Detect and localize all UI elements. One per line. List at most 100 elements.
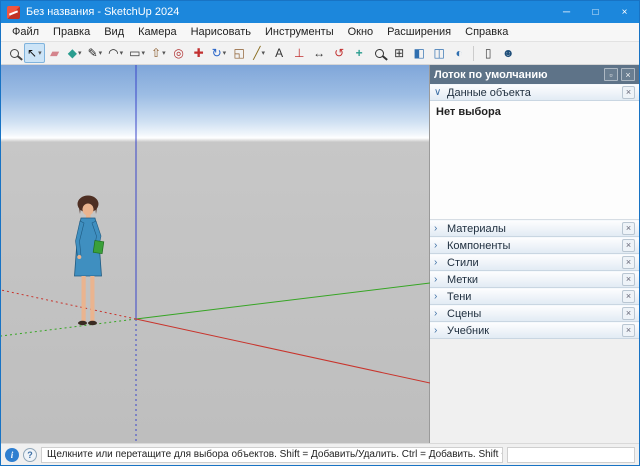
menu-draw[interactable]: Нарисовать	[184, 24, 258, 40]
scale-tool[interactable]: ◱	[229, 43, 249, 63]
info-icon[interactable]: i	[5, 448, 19, 462]
shadows-icon: ◐	[456, 47, 463, 59]
sketchup-window: Без названия - SketchUp 2024 ─ □ × ФайлП…	[0, 0, 640, 466]
push-pull-icon: ⇧	[151, 47, 161, 59]
arc-icon: ◠	[108, 47, 118, 59]
maximize-button[interactable]: □	[581, 1, 610, 23]
move-tool[interactable]: ✚	[189, 43, 209, 63]
dropdown-caret-icon[interactable]: ▾	[262, 49, 266, 57]
text-icon: A	[275, 47, 283, 59]
tray-section-label: Материалы	[447, 223, 622, 235]
tray-title: Лоток по умолчанию	[434, 69, 601, 81]
sign-in-tool[interactable]: ☻	[498, 43, 518, 63]
window-controls: ─ □ ×	[552, 1, 639, 23]
pan-icon: +	[356, 47, 363, 59]
no-selection-text: Нет выбора	[436, 106, 633, 118]
tray-close-icon[interactable]: ×	[621, 68, 635, 81]
tray-section-label: Сцены	[447, 308, 622, 320]
zoom-extents-tool[interactable]: ⊞	[389, 43, 409, 63]
eraser-tool[interactable]: ▰	[45, 43, 65, 63]
menu-tools[interactable]: Инструменты	[258, 24, 341, 40]
tape-measure-tool[interactable]: ╱▾	[249, 43, 269, 63]
search-tool[interactable]	[4, 43, 24, 63]
paint-bucket-tool[interactable]: ◆▾	[65, 43, 85, 63]
tray-section-entity-info[interactable]: ∨Данные объекта×	[430, 84, 639, 101]
tray-section-shadows[interactable]: ›Тени×	[430, 288, 639, 305]
shadows-tool[interactable]: ◐	[449, 43, 469, 63]
offset-tool[interactable]: ◎	[169, 43, 189, 63]
close-section-icon[interactable]: ×	[622, 256, 635, 269]
pan-tool[interactable]: +	[349, 43, 369, 63]
tray-section-styles[interactable]: ›Стили×	[430, 254, 639, 271]
orbit-icon: ↺	[334, 47, 344, 59]
tray-section-materials[interactable]: ›Материалы×	[430, 220, 639, 237]
menu-extensions[interactable]: Расширения	[380, 24, 458, 40]
tape-measure-icon: ╱	[253, 47, 260, 59]
menu-camera[interactable]: Камера	[131, 24, 183, 40]
tray-section-instructor[interactable]: ›Учебник×	[430, 322, 639, 339]
select-tool[interactable]: ↖▾	[24, 43, 45, 63]
close-section-icon[interactable]: ×	[622, 324, 635, 337]
close-section-icon[interactable]: ×	[622, 290, 635, 303]
line-tool[interactable]: ✎▾	[85, 43, 106, 63]
styles-tool[interactable]: ◧	[409, 43, 429, 63]
tray-pin-icon[interactable]: ▫	[604, 68, 618, 81]
scale-figure[interactable]	[75, 196, 104, 326]
dropdown-caret-icon[interactable]: ▾	[78, 49, 82, 57]
measurements-input[interactable]	[507, 447, 635, 463]
new-document-tool[interactable]: ▯	[478, 43, 498, 63]
arc-tool[interactable]: ◠▾	[105, 43, 126, 63]
window-title: Без названия - SketchUp 2024	[26, 6, 179, 18]
menu-edit[interactable]: Правка	[46, 24, 97, 40]
zoom-tool[interactable]	[369, 43, 389, 63]
sketchup-logo-icon	[7, 6, 20, 19]
dropdown-caret-icon[interactable]: ▾	[99, 49, 103, 57]
select-icon: ↖	[27, 47, 37, 59]
tray-header[interactable]: Лоток по умолчанию ▫ ×	[430, 65, 639, 84]
close-section-icon[interactable]: ×	[622, 307, 635, 320]
axes-icon: ⊥	[294, 47, 304, 59]
chevron-right-icon: ›	[434, 224, 447, 234]
views-tool[interactable]: ◫	[429, 43, 449, 63]
rotate-icon: ↻	[212, 47, 222, 59]
minimize-button[interactable]: ─	[552, 1, 581, 23]
rotate-tool[interactable]: ↻▾	[209, 43, 230, 63]
chevron-right-icon: ›	[434, 292, 447, 302]
close-section-icon[interactable]: ×	[622, 239, 635, 252]
tray-section-scenes[interactable]: ›Сцены×	[430, 305, 639, 322]
tray-section-components[interactable]: ›Компоненты×	[430, 237, 639, 254]
views-icon: ◫	[434, 47, 445, 59]
close-button[interactable]: ×	[610, 1, 639, 23]
axes-tool[interactable]: ⊥	[289, 43, 309, 63]
chevron-right-icon: ›	[434, 241, 447, 251]
tray-section-tags[interactable]: ›Метки×	[430, 271, 639, 288]
scale-icon: ◱	[234, 47, 245, 59]
rectangle-tool[interactable]: ▭▾	[126, 43, 148, 63]
help-icon[interactable]: ?	[23, 448, 37, 462]
close-section-icon[interactable]: ×	[622, 273, 635, 286]
dropdown-caret-icon[interactable]: ▾	[120, 49, 124, 57]
viewport-canvas	[1, 65, 430, 445]
viewport-3d[interactable]	[1, 65, 430, 443]
menu-view[interactable]: Вид	[97, 24, 131, 40]
close-section-icon[interactable]: ×	[622, 222, 635, 235]
dropdown-caret-icon[interactable]: ▾	[142, 49, 146, 57]
menu-bar: ФайлПравкаВидКамераНарисоватьИнструменты…	[1, 23, 639, 42]
rectangle-icon: ▭	[129, 47, 140, 59]
styles-icon: ◧	[414, 47, 425, 59]
menu-file[interactable]: Файл	[5, 24, 46, 40]
close-section-icon[interactable]: ×	[622, 86, 635, 99]
dropdown-caret-icon[interactable]: ▾	[38, 49, 42, 57]
dropdown-caret-icon[interactable]: ▾	[223, 49, 227, 57]
dimensions-tool[interactable]: ↔	[309, 43, 329, 63]
push-pull-tool[interactable]: ⇧▾	[148, 43, 169, 63]
menu-window[interactable]: Окно	[341, 24, 381, 40]
orbit-tool[interactable]: ↺	[329, 43, 349, 63]
sign-in-icon: ☻	[502, 47, 515, 59]
dropdown-caret-icon[interactable]: ▾	[162, 49, 166, 57]
line-icon: ✎	[88, 47, 98, 59]
chevron-right-icon: ›	[434, 309, 447, 319]
text-tool[interactable]: A	[269, 43, 289, 63]
menu-help[interactable]: Справка	[458, 24, 515, 40]
zoom-extents-icon: ⊞	[394, 47, 404, 59]
